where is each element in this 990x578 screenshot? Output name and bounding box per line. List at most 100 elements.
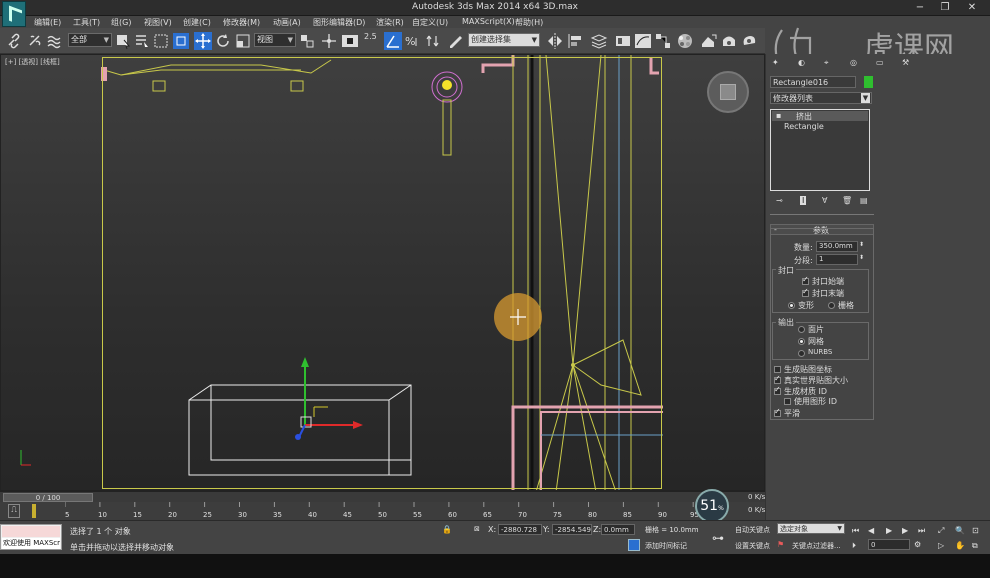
render-production-icon[interactable] — [740, 32, 758, 50]
curve-editor-icon[interactable] — [634, 32, 652, 50]
key-filters-button[interactable]: 关键点过滤器... — [792, 541, 841, 551]
perspective-viewport[interactable]: [+] [透视] [线框] — [0, 54, 765, 491]
layer-manager-icon[interactable] — [590, 32, 608, 50]
menu-help[interactable]: 帮助(H) — [515, 17, 543, 28]
utilities-tab-icon[interactable]: ⚒ — [902, 58, 909, 67]
angle-snap-icon[interactable] — [384, 32, 402, 50]
mini-curve-editor-icon[interactable]: ⎍ — [8, 504, 20, 518]
hierarchy-tab-icon[interactable]: ⌖ — [824, 58, 829, 68]
track-bar[interactable]: ⎍ 5 10 15 20 25 30 35 40 45 50 55 60 65 … — [0, 502, 765, 520]
auto-key-button[interactable]: 自动关键点 — [735, 525, 770, 535]
stack-item-extrude[interactable]: ▪ 挤出 — [772, 111, 868, 121]
z-coordinate-field[interactable]: 0.0mm — [601, 524, 635, 535]
menu-create[interactable]: 创建(C) — [183, 17, 211, 28]
menu-animation[interactable]: 动画(A) — [273, 17, 301, 28]
bind-space-warp-icon[interactable] — [46, 32, 64, 50]
stack-item-expand-icon[interactable]: ▪ — [776, 111, 781, 120]
graphite-tools-icon[interactable] — [614, 32, 632, 50]
current-frame-marker[interactable] — [32, 504, 36, 518]
menu-graph-editors[interactable]: 图形编辑器(D) — [313, 17, 365, 28]
reference-coordinate-dropdown[interactable]: 视图 ▼ — [254, 33, 296, 47]
y-coordinate-field[interactable]: -2854.549 — [552, 524, 592, 535]
goto-end-icon[interactable]: ⏭ — [918, 526, 925, 536]
unlink-icon[interactable] — [26, 32, 44, 50]
menu-customize[interactable]: 自定义(U) — [412, 17, 448, 28]
modify-tab-icon[interactable]: ◐ — [798, 58, 805, 67]
object-color-swatch[interactable] — [864, 76, 873, 88]
modifier-list-dropdown[interactable]: 修改器列表 ▼ — [770, 92, 872, 104]
selection-filter-dropdown[interactable]: 全部 ▼ — [68, 33, 112, 47]
x-coordinate-field[interactable]: -2880.728 — [498, 524, 542, 535]
viewcube-face[interactable] — [720, 84, 736, 100]
key-mode-icon[interactable]: ⊶ — [712, 531, 724, 545]
listener-output[interactable]: 欢迎使用 MAXScri — [2, 538, 60, 549]
viewport-label[interactable]: [+] [透视] [线框] — [5, 57, 60, 67]
show-end-result-icon[interactable]: I — [800, 196, 807, 205]
snap-toggle-label[interactable]: 2.5 — [364, 32, 382, 50]
window-crossing-icon[interactable] — [172, 32, 190, 50]
goto-start-icon[interactable]: ⏮ — [852, 526, 859, 536]
current-frame-field[interactable]: 0 — [868, 539, 910, 550]
absolute-mode-icon[interactable]: ⊠ — [474, 525, 480, 533]
select-and-rotate-icon[interactable] — [214, 32, 232, 50]
mirror-icon[interactable] — [546, 32, 564, 50]
play-icon[interactable]: ▶ — [886, 526, 892, 535]
select-object-icon[interactable] — [114, 32, 132, 50]
menu-tools[interactable]: 工具(T) — [73, 17, 100, 28]
menu-maxscript[interactable]: MAXScript(X) — [462, 17, 515, 26]
set-key-button[interactable]: 设置关键点 — [735, 541, 770, 551]
select-manipulate-icon[interactable] — [320, 32, 338, 50]
lock-selection-icon[interactable]: 🔒 — [442, 525, 452, 534]
rendered-frame-icon[interactable] — [720, 32, 738, 50]
render-setup-icon[interactable] — [700, 32, 718, 50]
pivot-center-icon[interactable] — [298, 32, 316, 50]
prev-frame-icon[interactable]: ◀ — [868, 526, 874, 535]
rectangular-selection-icon[interactable] — [152, 32, 170, 50]
menu-modifiers[interactable]: 修改器(M) — [223, 17, 260, 28]
key-icon[interactable]: ⚑ — [777, 540, 784, 549]
menu-views[interactable]: 视图(V) — [144, 17, 172, 28]
material-editor-icon[interactable] — [676, 32, 694, 50]
viewcube[interactable] — [707, 71, 749, 113]
zoom-region-icon[interactable]: ⊡ — [972, 526, 979, 535]
close-button[interactable]: ✕ — [962, 1, 982, 14]
motion-tab-icon[interactable]: ◎ — [850, 58, 857, 67]
field-of-view-icon[interactable]: ▷ — [938, 541, 944, 550]
stack-item-rectangle[interactable]: Rectangle — [772, 122, 868, 132]
key-mode-toggle-icon[interactable]: ⏵ — [852, 541, 856, 551]
time-config-icon[interactable]: ⚙ — [914, 540, 921, 549]
time-slider[interactable]: 0 / 100 — [0, 491, 765, 502]
align-icon[interactable] — [566, 32, 584, 50]
time-tag-icon[interactable] — [628, 539, 640, 551]
link-icon[interactable] — [6, 32, 24, 50]
menu-rendering[interactable]: 渲染(R) — [376, 17, 404, 28]
listener-input[interactable] — [2, 526, 60, 537]
spinner-snap-icon[interactable] — [424, 32, 442, 50]
display-tab-icon[interactable]: ▭ — [876, 58, 884, 67]
select-by-name-icon[interactable] — [133, 32, 151, 50]
zoom-extents-all-icon[interactable]: ⤢ — [938, 526, 944, 536]
edit-named-selection-icon[interactable] — [447, 32, 465, 50]
pin-stack-icon[interactable]: ⊸ — [776, 196, 783, 205]
remove-modifier-icon[interactable]: 🗑 — [842, 196, 852, 205]
add-time-tag-button[interactable]: 添加时间标记 — [645, 541, 687, 551]
select-and-move-icon[interactable] — [194, 32, 212, 50]
pan-view-icon[interactable]: ✋ — [955, 541, 965, 550]
percent-snap-icon[interactable]: % — [404, 32, 422, 50]
selected-object-dropdown[interactable]: 选定对象 ▼ — [777, 523, 845, 534]
zoom-all-icon[interactable]: 🔍 — [955, 526, 965, 535]
configure-sets-icon[interactable]: ▤ — [860, 196, 868, 205]
menu-edit[interactable]: 编辑(E) — [34, 17, 61, 28]
maximize-viewport-icon[interactable]: ⧉ — [972, 541, 978, 551]
schematic-view-icon[interactable] — [654, 32, 672, 50]
minimize-button[interactable]: − — [910, 1, 930, 14]
named-selection-set-dropdown[interactable]: 创建选择集 ▼ — [468, 33, 540, 47]
time-slider-thumb[interactable]: 0 / 100 — [3, 493, 93, 502]
maxscript-listener[interactable]: 欢迎使用 MAXScri — [0, 524, 62, 550]
select-and-scale-icon[interactable] — [234, 32, 252, 50]
restore-button[interactable]: ❐ — [935, 1, 955, 14]
keyboard-shortcut-icon[interactable] — [341, 32, 359, 50]
object-name-field[interactable]: Rectangle016 — [770, 76, 856, 88]
make-unique-icon[interactable]: ∀ — [822, 196, 827, 205]
next-frame-icon[interactable]: ▶ — [902, 526, 908, 535]
